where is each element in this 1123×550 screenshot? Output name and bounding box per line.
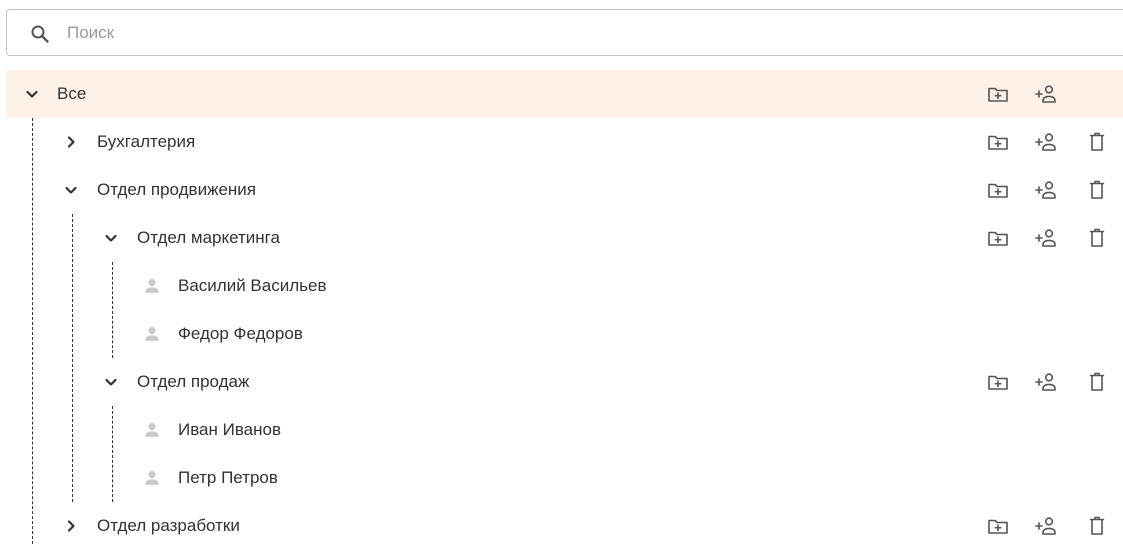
add-folder-icon[interactable] xyxy=(986,178,1010,202)
chevron-down-icon[interactable] xyxy=(103,374,119,390)
person-icon xyxy=(142,324,162,344)
tree-node-group[interactable]: Отдел разработки xyxy=(0,502,1123,550)
delete-icon[interactable] xyxy=(1085,514,1109,538)
chevron-down-icon[interactable] xyxy=(24,86,40,102)
add-folder-icon[interactable] xyxy=(986,226,1010,250)
delete-icon[interactable] xyxy=(1085,178,1109,202)
delete-icon[interactable] xyxy=(1085,226,1109,250)
person-icon xyxy=(142,276,162,296)
tree-node-user[interactable]: Федор Федоров xyxy=(0,310,1123,358)
tree-node-user[interactable]: Петр Петров xyxy=(0,454,1123,502)
chevron-right-icon[interactable] xyxy=(63,134,79,150)
tree-node-label: Все xyxy=(57,84,87,103)
tree-node-label: Петр Петров xyxy=(178,468,278,487)
add-user-icon[interactable] xyxy=(1034,370,1058,394)
person-icon xyxy=(142,468,162,488)
tree-node-label: Бухгалтерия xyxy=(97,132,196,151)
tree-node-label: Отдел разработки xyxy=(97,516,240,535)
tree-node-label: Отдел маркетинга xyxy=(137,228,280,247)
tree-node-group[interactable]: Отдел продаж xyxy=(0,358,1123,406)
tree-node-root[interactable]: Все xyxy=(6,70,1123,118)
tree-node-label: Иван Иванов xyxy=(178,420,282,439)
tree-node-label: Отдел продвижения xyxy=(97,180,257,199)
search-input[interactable] xyxy=(67,20,967,46)
add-folder-icon[interactable] xyxy=(986,514,1010,538)
department-tree: Все Бухгалтерия Отдел продвижения Отдел … xyxy=(0,70,1123,544)
tree-node-user[interactable]: Василий Васильев xyxy=(0,262,1123,310)
tree-node-group[interactable]: Бухгалтерия xyxy=(0,118,1123,166)
tree-node-group[interactable]: Отдел маркетинга xyxy=(0,214,1123,262)
search-icon xyxy=(31,25,49,43)
tree-node-group[interactable]: Отдел продвижения xyxy=(0,166,1123,214)
add-folder-icon[interactable] xyxy=(986,370,1010,394)
tree-node-user[interactable]: Иван Иванов xyxy=(0,406,1123,454)
add-user-icon[interactable] xyxy=(1034,130,1058,154)
add-user-icon[interactable] xyxy=(1034,226,1058,250)
add-user-icon[interactable] xyxy=(1034,178,1058,202)
search-box[interactable] xyxy=(6,9,1123,56)
chevron-down-icon[interactable] xyxy=(63,182,79,198)
add-user-icon[interactable] xyxy=(1034,514,1058,538)
tree-node-label: Федор Федоров xyxy=(178,324,303,343)
chevron-down-icon[interactable] xyxy=(103,230,119,246)
person-icon xyxy=(142,420,162,440)
tree-node-label: Отдел продаж xyxy=(137,372,250,391)
add-folder-icon[interactable] xyxy=(986,82,1010,106)
chevron-right-icon[interactable] xyxy=(63,518,79,534)
delete-icon[interactable] xyxy=(1085,130,1109,154)
add-folder-icon[interactable] xyxy=(986,130,1010,154)
delete-icon[interactable] xyxy=(1085,370,1109,394)
tree-node-label: Василий Васильев xyxy=(178,276,327,295)
add-user-icon[interactable] xyxy=(1034,82,1058,106)
